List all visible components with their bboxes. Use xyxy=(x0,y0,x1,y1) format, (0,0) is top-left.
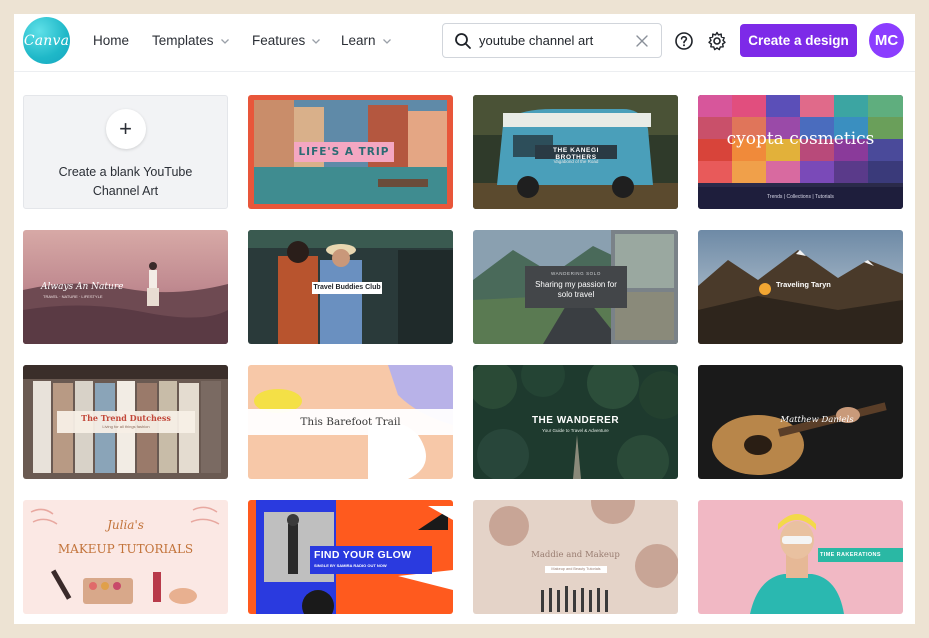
template-card-travel-buddies[interactable]: Travel Buddies Club xyxy=(248,230,453,344)
nav-templates-label: Templates xyxy=(152,33,214,48)
canva-logo[interactable]: Canva xyxy=(23,17,70,64)
logo-text: Canva xyxy=(23,32,70,49)
template-subtitle: TRAVEL · NATURE · LIFESTYLE xyxy=(43,294,103,299)
template-card-barefoot-trail[interactable]: This Barefoot Trail xyxy=(248,365,453,479)
template-thumbnail xyxy=(698,95,903,209)
template-subtitle: MAKEUP TUTORIALS xyxy=(57,542,194,556)
template-card-find-your-glow[interactable]: FIND YOUR GLOW SINGLE BY SAMIRA RADIO OU… xyxy=(248,500,453,614)
create-blank-card[interactable]: + Create a blank YouTube Channel Art xyxy=(23,95,228,209)
nav-features-label: Features xyxy=(252,33,306,48)
template-card-maddie-makeup[interactable]: Maddie and Makeup Makeup and Beauty Tuto… xyxy=(473,500,678,614)
avatar-initials: MC xyxy=(874,32,899,49)
nav-home-label: Home xyxy=(93,33,130,48)
template-card-lifes-a-trip[interactable]: LIFE'S A TRIP xyxy=(248,95,453,209)
template-title: This Barefoot Trail xyxy=(300,416,401,428)
template-title: Sharing my passion for solo travel xyxy=(535,280,617,299)
template-card-cyopta-cosmetics[interactable]: cyopta cosmetics Trends | Collections | … xyxy=(698,95,903,209)
nav-home[interactable]: Home xyxy=(93,33,129,48)
template-card-trend-dutchess[interactable]: The Trend Dutchess Living for all things… xyxy=(23,365,228,479)
template-subtitle: SINGLE BY SAMIRA RADIO OUT NOW xyxy=(314,563,387,568)
gear-icon[interactable] xyxy=(706,30,728,52)
template-card-the-wanderer[interactable]: THE WANDERER Your Guide to Travel & Adve… xyxy=(473,365,678,479)
template-card-julias-makeup[interactable]: Julia's MAKEUP TUTORIALS xyxy=(23,500,228,614)
template-title: Julia's xyxy=(107,518,144,532)
search-box[interactable] xyxy=(442,23,662,58)
topbar-divider xyxy=(14,71,915,72)
nav-learn[interactable]: Learn xyxy=(341,33,392,48)
template-title: LIFE'S A TRIP xyxy=(298,146,390,158)
avatar[interactable]: MC xyxy=(869,23,904,58)
template-title: The Trend Dutchess xyxy=(81,413,171,423)
template-card-always-an-nature[interactable]: Always An Nature TRAVEL · NATURE · LIFES… xyxy=(23,230,228,344)
canva-window: Canva Home Templates Features Learn Crea… xyxy=(14,14,915,624)
chevron-down-icon xyxy=(382,38,391,44)
template-subtitle: WANDERING SOLO xyxy=(551,271,601,276)
help-icon[interactable] xyxy=(673,30,695,52)
template-title: FIND YOUR GLOW xyxy=(314,549,412,561)
template-title: Always An Nature xyxy=(41,282,124,292)
template-title: THE WANDERER xyxy=(531,415,620,426)
template-title: Maddie and Makeup xyxy=(531,550,620,560)
create-design-button[interactable]: Create a design xyxy=(740,24,857,57)
template-subtitle: Living for all things fashion xyxy=(102,424,150,429)
template-subtitle: Vagabond of the Road xyxy=(553,159,599,164)
template-subtitle: Your Guide to Travel & Adventure xyxy=(542,428,609,433)
template-card-matthew-daniels[interactable]: Matthew Daniels xyxy=(698,365,903,479)
top-navigation-bar: Canva Home Templates Features Learn Crea… xyxy=(14,14,915,72)
create-blank-label: Create a blank YouTube Channel Art xyxy=(58,165,193,198)
template-title: TIME RAKERATIONS xyxy=(820,552,881,558)
close-icon[interactable] xyxy=(634,33,650,49)
template-subtitle: Makeup and Beauty Tutorials xyxy=(551,567,601,571)
search-input[interactable] xyxy=(479,33,629,48)
template-title: Matthew Daniels xyxy=(780,415,854,425)
chevron-down-icon xyxy=(220,38,229,44)
chevron-down-icon xyxy=(312,38,321,44)
template-subtitle: Trends | Collections | Tutorials xyxy=(767,194,834,200)
template-card-kanegi-brothers[interactable]: THE KANEGI BROTHERS Vagabond of the Road xyxy=(473,95,678,209)
nav-templates[interactable]: Templates xyxy=(152,33,230,48)
template-title: cyopta cosmetics xyxy=(726,129,875,149)
nav-learn-label: Learn xyxy=(341,33,376,48)
nav-features[interactable]: Features xyxy=(252,33,321,48)
template-card-solo-travel[interactable]: WANDERING SOLO Sharing my passion for so… xyxy=(473,230,678,344)
plus-icon: + xyxy=(105,109,146,149)
search-icon xyxy=(455,32,471,49)
template-card-time-rakerations[interactable]: TIME RAKERATIONS xyxy=(698,500,903,614)
template-card-traveling-taryn[interactable]: Traveling Taryn xyxy=(698,230,903,344)
template-title: Traveling Taryn xyxy=(776,280,831,289)
template-title: Travel Buddies Club xyxy=(313,284,381,291)
